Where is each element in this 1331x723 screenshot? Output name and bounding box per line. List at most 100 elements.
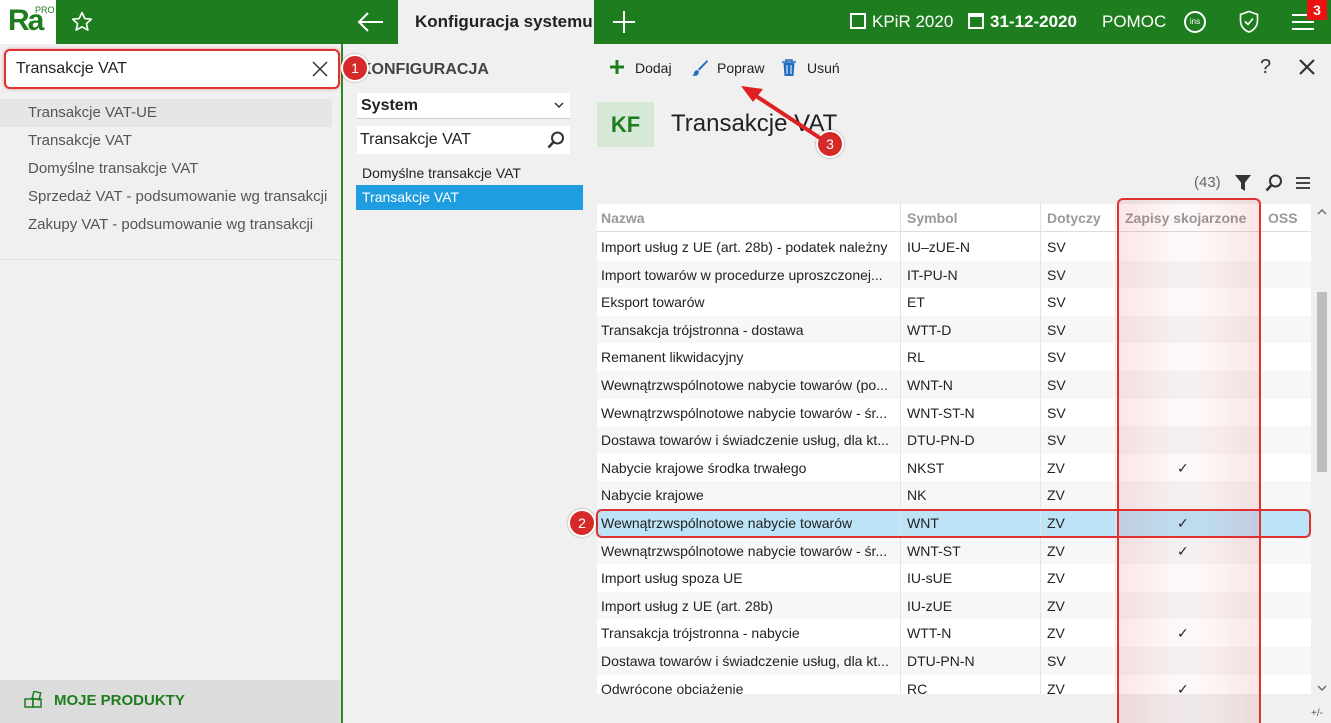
table-row[interactable]: Dostawa towarów i świadczenie usług, dla… — [597, 647, 1311, 675]
cell-nazwa: Remanent likwidacyjny — [601, 349, 744, 366]
book-icon — [850, 13, 866, 29]
table-row[interactable]: Nabycie krajowe NK ZV — [597, 481, 1311, 509]
table-row[interactable]: Dostawa towarów i świadczenie usług, dla… — [597, 426, 1311, 454]
config-search-box — [357, 126, 570, 154]
cell-symbol: IT-PU-N — [907, 266, 958, 283]
cell-dotyczy: SV — [1047, 239, 1066, 255]
cell-symbol: WTT-N — [907, 625, 952, 642]
date-label: 31-12-2020 — [990, 12, 1077, 31]
table-row[interactable]: Import usług spoza UE IU-sUE ZV — [597, 564, 1311, 592]
cell-nazwa: Wewnątrzwspólnotowe nabycie towarów — [601, 515, 853, 531]
add-label: Dodaj — [635, 60, 672, 76]
column-menu-icon[interactable] — [1296, 177, 1310, 189]
column-header-symbol[interactable]: Symbol — [907, 210, 958, 226]
notification-badge[interactable]: 3 — [1307, 0, 1327, 20]
cell-nazwa: Transakcja trójstronna - nabycie — [601, 625, 800, 642]
new-tab-plus-icon[interactable] — [610, 8, 638, 36]
edit-label: Popraw — [717, 60, 765, 76]
favorite-star-icon[interactable] — [70, 10, 94, 34]
column-header-dotyczy[interactable]: Dotyczy — [1047, 210, 1101, 226]
cell-zapisy: ✓ — [1177, 515, 1189, 531]
cell-zapisy: ✓ — [1177, 625, 1189, 642]
cell-nazwa: Import towarów w procedurze uproszczonej… — [601, 266, 883, 283]
select-value: System — [361, 97, 418, 114]
app-logo[interactable]: Ra PRO — [0, 0, 56, 44]
table-row[interactable]: Eksport towarów ET SV — [597, 288, 1311, 316]
back-arrow-icon[interactable] — [355, 8, 387, 36]
table-row[interactable]: Import towarów w procedurze uproszczonej… — [597, 260, 1311, 289]
expand-toggle[interactable]: +/- — [1311, 708, 1323, 719]
scroll-down-icon[interactable] — [1317, 684, 1327, 692]
column-header-oss[interactable]: OSS — [1268, 210, 1298, 226]
column-divider — [1040, 204, 1041, 694]
scroll-up-icon[interactable] — [1317, 208, 1327, 216]
transactions-grid: Nazwa Symbol Dotyczy Zapisy skojarzone O… — [597, 204, 1311, 694]
moje-produkty-button[interactable]: MOJE PRODUKTY — [0, 680, 341, 723]
left-search-panel: Transakcje VAT-UE Transakcje VAT Domyśln… — [0, 44, 343, 723]
cell-symbol: IU–zUE-N — [907, 239, 971, 255]
table-row[interactable]: Nabycie krajowe środka trwałego NKST ZV ✓ — [597, 454, 1311, 482]
cell-symbol: WNT — [907, 515, 939, 531]
table-row[interactable]: Wewnątrzwspólnotowe nabycie towarów - śr… — [597, 399, 1311, 427]
delete-label: Usuń — [807, 60, 840, 76]
config-item-domyslne-transakcje[interactable]: Domyślne transakcje VAT — [356, 161, 583, 186]
cell-dotyczy: ZV — [1047, 597, 1065, 614]
cell-nazwa: Transakcja trójstronna - dostawa — [601, 321, 804, 338]
cell-nazwa: Import usług spoza UE — [601, 570, 743, 587]
cell-symbol: IU-sUE — [907, 570, 953, 587]
cell-symbol: DTU-PN-N — [907, 653, 975, 669]
table-row[interactable]: Transakcja trójstronna - nabycie WTT-N ZV ✓ — [597, 619, 1311, 647]
search-results-list: Transakcje VAT-UE Transakcje VAT Domyśln… — [0, 99, 341, 239]
search-result-item[interactable]: Zakupy VAT - podsumowanie wg transakcji — [0, 211, 341, 239]
table-row[interactable]: Wewnątrzwspólnotowe nabycie towarów - śr… — [597, 536, 1311, 565]
table-row[interactable]: Import usług z UE (art. 28b) - podatek n… — [597, 233, 1311, 261]
ins-icon[interactable]: ins — [1184, 11, 1206, 33]
menu-search-input[interactable] — [16, 60, 306, 78]
cell-symbol: DTU-PN-D — [907, 432, 975, 449]
search-result-item[interactable]: Transakcje VAT — [0, 127, 341, 155]
help-menu[interactable]: POMOC — [1102, 0, 1166, 44]
search-result-item[interactable]: Sprzedaż VAT - podsumowanie wg transakcj… — [0, 183, 341, 211]
cell-zapisy: ✓ — [1177, 459, 1189, 476]
column-header-nazwa[interactable]: Nazwa — [601, 210, 645, 226]
filter-icon[interactable] — [1234, 174, 1252, 192]
config-item-transakcje-vat[interactable]: Transakcje VAT — [356, 185, 583, 210]
scrollbar-thumb[interactable] — [1317, 292, 1327, 472]
table-row[interactable]: Import usług z UE (art. 28b) IU-zUE ZV — [597, 591, 1311, 620]
help-question-button[interactable]: ? — [1260, 56, 1271, 79]
cell-dotyczy: ZV — [1047, 570, 1065, 587]
search-result-item[interactable]: Domyślne transakcje VAT — [0, 155, 341, 183]
grid-scrollbar[interactable] — [1315, 204, 1329, 719]
cell-dotyczy: ZV — [1047, 515, 1065, 531]
cell-dotyczy: SV — [1047, 377, 1066, 393]
grid-search-icon[interactable] — [1264, 173, 1284, 193]
cell-nazwa: Wewnątrzwspólnotowe nabycie towarów - śr… — [601, 404, 888, 421]
date-selector[interactable]: 31-12-2020 — [968, 0, 1077, 44]
table-row[interactable]: Transakcja trójstronna - dostawa WTT-D SV — [597, 315, 1311, 344]
cell-symbol: RL — [907, 349, 925, 366]
cell-symbol: IU-zUE — [907, 597, 953, 614]
table-row[interactable]: Wewnątrzwspólnotowe nabycie towarów (po.… — [597, 371, 1311, 399]
table-row[interactable]: Odwrócone obciążenie RC ZV ✓ — [597, 675, 1311, 694]
cell-nazwa: Eksport towarów — [601, 294, 705, 311]
cell-dotyczy: SV — [1047, 266, 1066, 283]
cell-dotyczy: ZV — [1047, 542, 1065, 559]
record-count: (43) — [1194, 174, 1221, 191]
book-label: KPiR 2020 — [872, 12, 954, 31]
close-icon[interactable] — [1297, 57, 1317, 77]
cell-nazwa: Odwrócone obciążenie — [601, 680, 744, 694]
tab-konfiguracja-systemu[interactable]: Konfiguracja systemu — [398, 0, 594, 44]
cell-zapisy: ✓ — [1177, 680, 1189, 694]
table-row[interactable]: Remanent likwidacyjny RL SV — [597, 343, 1311, 371]
book-selector[interactable]: KPiR 2020 — [850, 0, 953, 44]
shield-check-icon[interactable] — [1238, 10, 1260, 34]
clear-search-icon[interactable] — [310, 59, 330, 79]
column-divider — [900, 204, 901, 694]
cell-symbol: WTT-D — [907, 321, 952, 338]
column-header-zapisy[interactable]: Zapisy skojarzone — [1125, 210, 1246, 226]
search-result-item[interactable]: Transakcje VAT-UE — [0, 99, 332, 127]
table-row[interactable]: Wewnątrzwspólnotowe nabycie towarów WNT ZV… — [597, 509, 1311, 537]
config-category-select[interactable]: System — [357, 93, 570, 119]
search-icon[interactable] — [546, 130, 566, 150]
config-search-input[interactable] — [360, 131, 540, 149]
